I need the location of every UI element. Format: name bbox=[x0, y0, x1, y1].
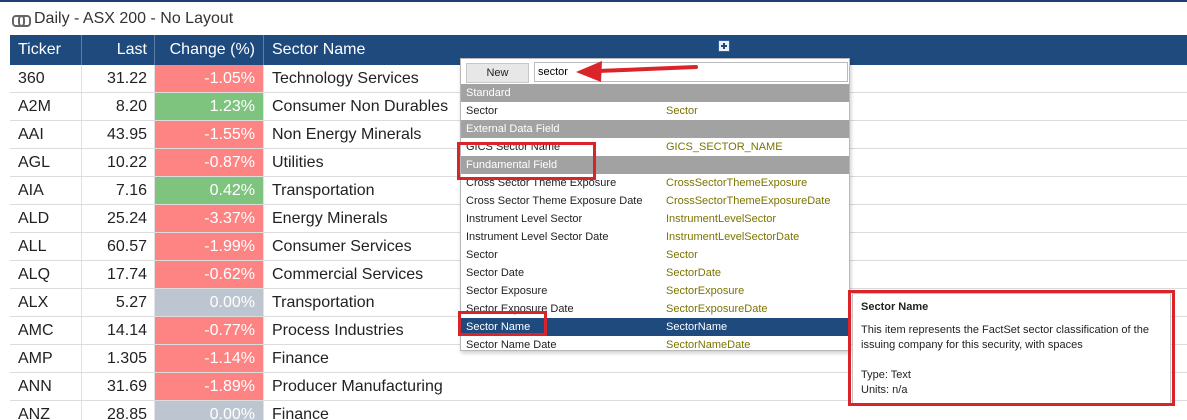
last-price-cell: 10.22 bbox=[82, 149, 155, 176]
field-name: Sector bbox=[466, 249, 498, 261]
field-list-item[interactable]: Sector Date SectorDate bbox=[461, 264, 849, 282]
tooltip-type: Type: Text bbox=[861, 369, 911, 381]
last-price-cell: 28.85 bbox=[82, 401, 155, 420]
top-border bbox=[0, 0, 1187, 2]
ticker-cell: AGL bbox=[10, 149, 82, 176]
page-title: Daily - ASX 200 - No Layout bbox=[12, 8, 233, 30]
field-name: Sector bbox=[466, 105, 498, 117]
field-list-item[interactable]: Sector Exposure SectorExposure bbox=[461, 282, 849, 300]
field-name: Instrument Level Sector Date bbox=[466, 231, 609, 243]
change-cell: -1.89% bbox=[155, 373, 264, 400]
field-name: Sector Exposure bbox=[466, 285, 548, 297]
field-name: Sector Name Date bbox=[466, 339, 557, 351]
field-name: Cross Sector Theme Exposure Date bbox=[466, 195, 643, 207]
last-price-cell: 31.69 bbox=[82, 373, 155, 400]
field-code: SectorDate bbox=[666, 267, 722, 279]
field-name: Sector Exposure Date bbox=[466, 303, 574, 315]
last-price-cell: 7.16 bbox=[82, 177, 155, 204]
ticker-cell: AIA bbox=[10, 177, 82, 204]
field-list-item[interactable]: Sector Sector bbox=[461, 246, 849, 264]
field-code: SectorNameDate bbox=[666, 339, 751, 351]
last-price-cell: 25.24 bbox=[82, 205, 155, 232]
field-tooltip: Sector Name This item represents the Fac… bbox=[852, 293, 1171, 404]
add-column-popup: New Standard Sector Sector External Data Fi… bbox=[460, 58, 850, 351]
add-column-icon[interactable] bbox=[718, 40, 730, 52]
field-category-header: Standard bbox=[461, 84, 849, 102]
change-cell: 0.00% bbox=[155, 401, 264, 420]
field-list-item[interactable]: Instrument Level Sector Date InstrumentLe… bbox=[461, 228, 849, 246]
change-cell: -1.05% bbox=[155, 65, 264, 92]
field-code: InstrumentLevelSector bbox=[666, 213, 777, 225]
last-price-cell: 60.57 bbox=[82, 233, 155, 260]
last-price-cell: 5.27 bbox=[82, 289, 155, 316]
field-code: Sector bbox=[666, 249, 698, 261]
field-list-item[interactable]: Cross Sector Theme Exposure Date CrossSec… bbox=[461, 192, 849, 210]
field-name: Instrument Level Sector bbox=[466, 213, 583, 225]
field-code: SectorExposure bbox=[666, 285, 745, 297]
ticker-cell: ALL bbox=[10, 233, 82, 260]
field-code: SectorName bbox=[666, 321, 728, 333]
column-header-ticker[interactable]: Ticker bbox=[10, 35, 82, 65]
field-code: GICS_SECTOR_NAME bbox=[666, 141, 783, 153]
change-cell: 1.23% bbox=[155, 93, 264, 120]
change-cell: -1.55% bbox=[155, 121, 264, 148]
change-cell: -0.87% bbox=[155, 149, 264, 176]
field-code: InstrumentLevelSectorDate bbox=[666, 231, 800, 243]
field-category-header: External Data Field bbox=[461, 120, 849, 138]
field-search-input[interactable] bbox=[534, 62, 848, 82]
ticker-cell: AAI bbox=[10, 121, 82, 148]
change-cell: 0.42% bbox=[155, 177, 264, 204]
ticker-cell: ANN bbox=[10, 373, 82, 400]
last-price-cell: 43.95 bbox=[82, 121, 155, 148]
ticker-cell: ALX bbox=[10, 289, 82, 316]
field-list-item[interactable]: Sector Exposure Date SectorExposureDate bbox=[461, 300, 849, 318]
field-list-item[interactable]: GICS Sector Name GICS_SECTOR_NAME bbox=[461, 138, 849, 156]
field-category-header: Fundamental Field bbox=[461, 156, 849, 174]
field-list: Standard Sector Sector External Data Field G… bbox=[461, 84, 849, 354]
field-list-item[interactable]: Cross Sector Theme Exposure CrossSectorTh… bbox=[461, 174, 849, 192]
tooltip-description: This item represents the FactSet sector … bbox=[861, 324, 1149, 351]
ticker-cell: A2M bbox=[10, 93, 82, 120]
change-cell: 0.00% bbox=[155, 289, 264, 316]
tooltip-title: Sector Name bbox=[861, 301, 929, 313]
field-code: CrossSectorThemeExposureDate bbox=[666, 195, 831, 207]
field-name: GICS Sector Name bbox=[466, 141, 561, 153]
field-name: Sector Date bbox=[466, 267, 525, 279]
field-list-item[interactable]: Sector Name SectorName bbox=[461, 318, 849, 336]
field-code: CrossSectorThemeExposure bbox=[666, 177, 808, 189]
change-cell: -0.77% bbox=[155, 317, 264, 344]
ticker-cell: ALD bbox=[10, 205, 82, 232]
link-icon bbox=[12, 14, 31, 27]
change-cell: -3.37% bbox=[155, 205, 264, 232]
ticker-cell: ALQ bbox=[10, 261, 82, 288]
field-name: Sector Name bbox=[466, 321, 531, 333]
last-price-cell: 14.14 bbox=[82, 317, 155, 344]
new-button[interactable]: New bbox=[466, 63, 529, 83]
ticker-cell: AMP bbox=[10, 345, 82, 372]
column-header-sector-name-label: Sector Name bbox=[272, 41, 366, 58]
tooltip-units: Units: n/a bbox=[861, 384, 908, 396]
change-cell: -1.99% bbox=[155, 233, 264, 260]
field-name: Cross Sector Theme Exposure bbox=[466, 177, 617, 189]
field-list-item[interactable]: Instrument Level Sector InstrumentLevelSe… bbox=[461, 210, 849, 228]
field-code: SectorExposureDate bbox=[666, 303, 768, 315]
change-cell: -0.62% bbox=[155, 261, 264, 288]
last-price-cell: 1.305 bbox=[82, 345, 155, 372]
field-list-item[interactable]: Sector Sector bbox=[461, 102, 849, 120]
ticker-cell: AMC bbox=[10, 317, 82, 344]
field-list-item[interactable]: Sector Name Date SectorNameDate bbox=[461, 336, 849, 354]
change-cell: -1.14% bbox=[155, 345, 264, 372]
ticker-cell: 360 bbox=[10, 65, 82, 92]
column-header-change[interactable]: Change (%) bbox=[155, 35, 264, 65]
last-price-cell: 31.22 bbox=[82, 65, 155, 92]
page-title-text: Daily - ASX 200 - No Layout bbox=[34, 10, 234, 27]
column-header-last[interactable]: Last bbox=[82, 35, 155, 65]
field-code: Sector bbox=[666, 105, 698, 117]
last-price-cell: 8.20 bbox=[82, 93, 155, 120]
ticker-cell: ANZ bbox=[10, 401, 82, 420]
last-price-cell: 17.74 bbox=[82, 261, 155, 288]
